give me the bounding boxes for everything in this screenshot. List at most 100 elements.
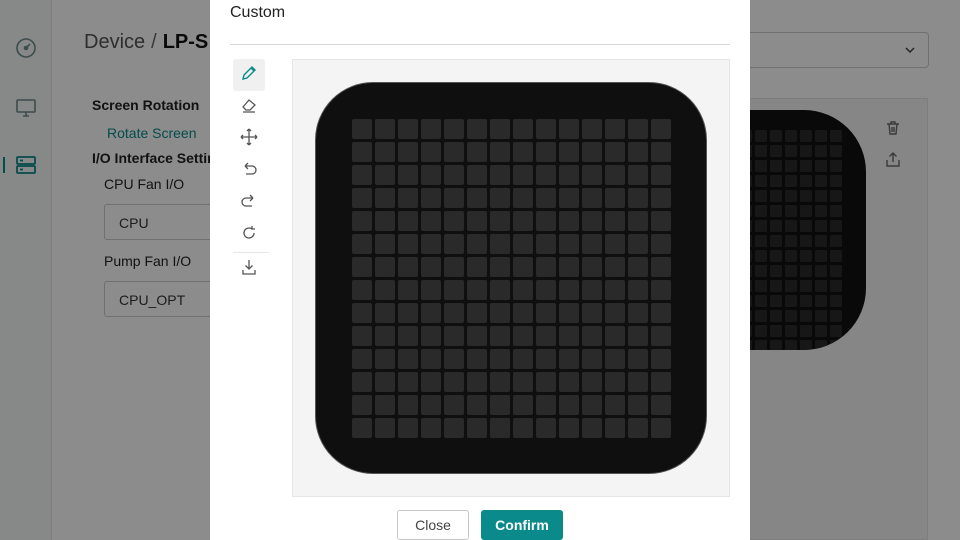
pixel-cell[interactable] bbox=[352, 257, 372, 277]
close-button[interactable]: Close bbox=[397, 510, 469, 540]
pixel-cell[interactable] bbox=[467, 188, 487, 208]
pixel-cell[interactable] bbox=[421, 349, 441, 369]
pixel-cell[interactable] bbox=[467, 372, 487, 392]
pixel-cell[interactable] bbox=[375, 188, 395, 208]
pixel-cell[interactable] bbox=[582, 303, 602, 323]
pixel-cell[interactable] bbox=[467, 395, 487, 415]
pixel-cell[interactable] bbox=[352, 142, 372, 162]
pixel-cell[interactable] bbox=[559, 211, 579, 231]
pixel-cell[interactable] bbox=[352, 188, 372, 208]
pixel-cell[interactable] bbox=[490, 418, 510, 438]
pixel-cell[interactable] bbox=[490, 257, 510, 277]
pixel-cell[interactable] bbox=[467, 142, 487, 162]
pixel-cell[interactable] bbox=[536, 372, 556, 392]
pixel-cell[interactable] bbox=[513, 257, 533, 277]
pixel-cell[interactable] bbox=[582, 211, 602, 231]
pixel-cell[interactable] bbox=[651, 211, 671, 231]
pixel-cell[interactable] bbox=[398, 303, 418, 323]
pixel-cell[interactable] bbox=[444, 349, 464, 369]
pixel-cell[interactable] bbox=[605, 280, 625, 300]
pixel-cell[interactable] bbox=[398, 326, 418, 346]
pixel-cell[interactable] bbox=[421, 211, 441, 231]
pixel-cell[interactable] bbox=[467, 349, 487, 369]
pixel-cell[interactable] bbox=[582, 395, 602, 415]
pixel-cell[interactable] bbox=[375, 280, 395, 300]
confirm-button[interactable]: Confirm bbox=[481, 510, 563, 540]
pixel-cell[interactable] bbox=[628, 188, 648, 208]
pixel-cell[interactable] bbox=[559, 257, 579, 277]
pixel-cell[interactable] bbox=[467, 418, 487, 438]
pixel-cell[interactable] bbox=[490, 372, 510, 392]
pixel-cell[interactable] bbox=[651, 188, 671, 208]
pixel-cell[interactable] bbox=[398, 119, 418, 139]
pixel-cell[interactable] bbox=[398, 395, 418, 415]
pixel-cell[interactable] bbox=[375, 326, 395, 346]
pixel-cell[interactable] bbox=[490, 188, 510, 208]
pixel-cell[interactable] bbox=[513, 165, 533, 185]
pixel-cell[interactable] bbox=[444, 257, 464, 277]
pixel-cell[interactable] bbox=[605, 257, 625, 277]
pixel-cell[interactable] bbox=[651, 165, 671, 185]
pixel-cell[interactable] bbox=[352, 372, 372, 392]
pixel-cell[interactable] bbox=[628, 395, 648, 415]
pixel-cell[interactable] bbox=[421, 418, 441, 438]
pixel-cell[interactable] bbox=[536, 303, 556, 323]
pixel-cell[interactable] bbox=[582, 257, 602, 277]
pixel-cell[interactable] bbox=[536, 165, 556, 185]
pixel-cell[interactable] bbox=[605, 418, 625, 438]
pixel-cell[interactable] bbox=[628, 165, 648, 185]
pixel-cell[interactable] bbox=[559, 142, 579, 162]
pixel-cell[interactable] bbox=[398, 234, 418, 254]
pixel-cell[interactable] bbox=[444, 165, 464, 185]
pixel-cell[interactable] bbox=[628, 119, 648, 139]
eraser-tool-button[interactable] bbox=[233, 91, 265, 123]
pixel-cell[interactable] bbox=[605, 119, 625, 139]
pixel-cell[interactable] bbox=[490, 119, 510, 139]
pixel-cell[interactable] bbox=[513, 326, 533, 346]
pixel-cell[interactable] bbox=[582, 418, 602, 438]
pixel-cell[interactable] bbox=[444, 234, 464, 254]
pixel-cell[interactable] bbox=[398, 211, 418, 231]
pixel-cell[interactable] bbox=[559, 326, 579, 346]
redo-button[interactable] bbox=[233, 187, 265, 219]
pixel-cell[interactable] bbox=[444, 119, 464, 139]
pixel-cell[interactable] bbox=[536, 119, 556, 139]
pixel-cell[interactable] bbox=[651, 142, 671, 162]
pixel-cell[interactable] bbox=[536, 234, 556, 254]
pixel-cell[interactable] bbox=[559, 418, 579, 438]
pixel-cell[interactable] bbox=[651, 257, 671, 277]
pixel-cell[interactable] bbox=[536, 349, 556, 369]
pixel-cell[interactable] bbox=[375, 234, 395, 254]
pixel-cell[interactable] bbox=[375, 303, 395, 323]
pixel-cell[interactable] bbox=[467, 257, 487, 277]
pixel-cell[interactable] bbox=[352, 165, 372, 185]
pixel-cell[interactable] bbox=[513, 372, 533, 392]
pixel-cell[interactable] bbox=[536, 418, 556, 438]
reset-button[interactable] bbox=[233, 219, 265, 251]
pixel-cell[interactable] bbox=[582, 280, 602, 300]
pixel-cell[interactable] bbox=[513, 395, 533, 415]
pixel-cell[interactable] bbox=[559, 372, 579, 392]
pixel-cell[interactable] bbox=[352, 119, 372, 139]
pixel-cell[interactable] bbox=[605, 142, 625, 162]
pixel-cell[interactable] bbox=[605, 372, 625, 392]
pixel-cell[interactable] bbox=[582, 372, 602, 392]
pixel-cell[interactable] bbox=[467, 326, 487, 346]
pixel-cell[interactable] bbox=[352, 303, 372, 323]
pixel-cell[interactable] bbox=[444, 372, 464, 392]
pixel-cell[interactable] bbox=[444, 326, 464, 346]
pixel-cell[interactable] bbox=[513, 303, 533, 323]
pixel-cell[interactable] bbox=[605, 234, 625, 254]
pixel-cell[interactable] bbox=[375, 372, 395, 392]
pixel-cell[interactable] bbox=[398, 257, 418, 277]
pixel-cell[interactable] bbox=[536, 257, 556, 277]
pixel-cell[interactable] bbox=[605, 211, 625, 231]
pixel-cell[interactable] bbox=[421, 165, 441, 185]
pixel-cell[interactable] bbox=[467, 211, 487, 231]
pixel-cell[interactable] bbox=[559, 188, 579, 208]
pixel-cell[interactable] bbox=[651, 418, 671, 438]
pixel-cell[interactable] bbox=[651, 280, 671, 300]
pixel-cell[interactable] bbox=[559, 303, 579, 323]
pixel-cell[interactable] bbox=[398, 418, 418, 438]
pixel-cell[interactable] bbox=[536, 280, 556, 300]
